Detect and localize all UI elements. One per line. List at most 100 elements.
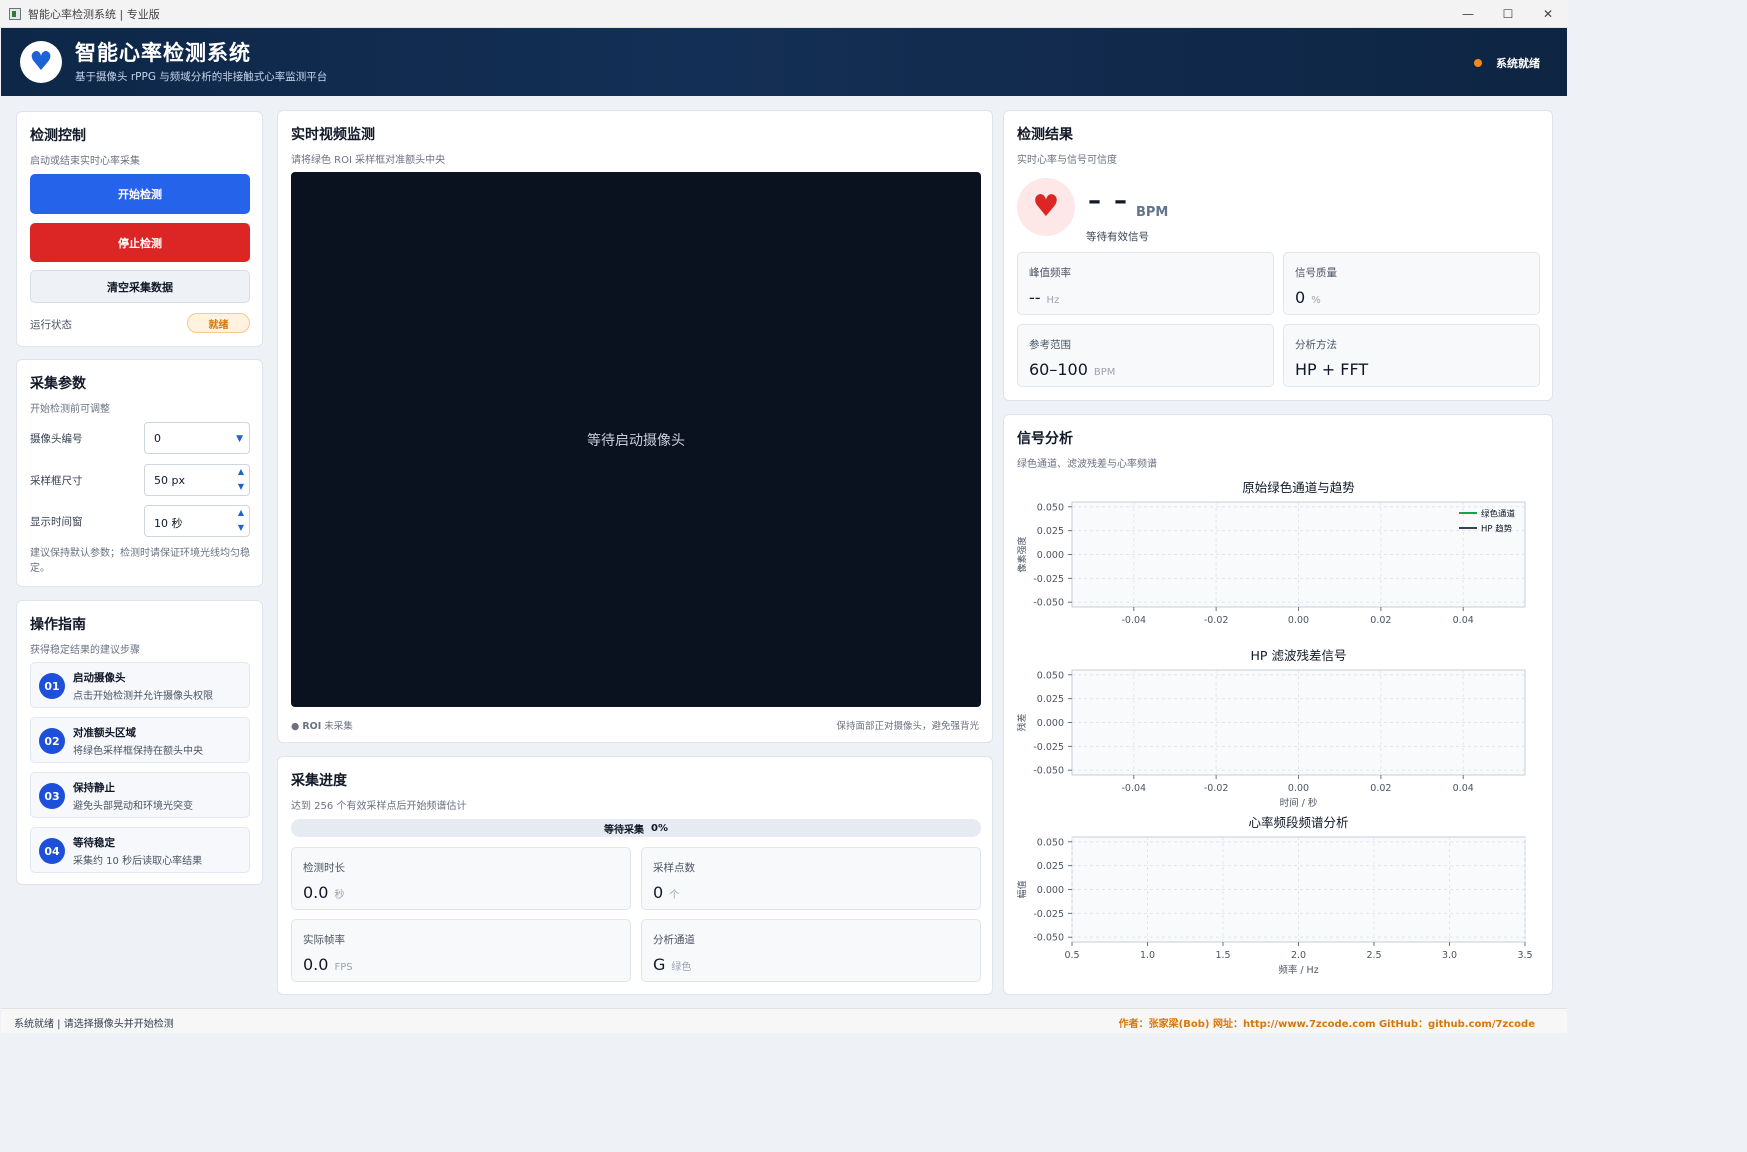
start-detection-button[interactable]: 开始检测 bbox=[30, 174, 250, 214]
bpm-note: 等待有效信号 bbox=[1086, 231, 1149, 243]
x-tick-label: 1.5 bbox=[1215, 950, 1230, 961]
status-dot-icon bbox=[1474, 59, 1482, 67]
run-state-label: 运行状态 bbox=[30, 319, 72, 331]
spin-down-icon[interactable]: ▼ bbox=[238, 482, 244, 491]
window-controls: — ☐ ✕ bbox=[1448, 0, 1568, 28]
system-status-text: 系统就绪 bbox=[1496, 57, 1540, 70]
params-subtitle: 开始检测前可调整 bbox=[30, 404, 110, 415]
metric-label: 分析通道 bbox=[653, 934, 695, 946]
y-tick-label: -0.025 bbox=[1033, 574, 1064, 585]
guide-step: 01 启动摄像头 点击开始检测并允许摄像头权限 bbox=[30, 662, 250, 708]
app-icon bbox=[9, 7, 21, 20]
metric-sample-count: 采样点数 0个 bbox=[641, 847, 981, 910]
step-title: 对准额头区域 bbox=[73, 727, 136, 739]
metric-unit: 绿色 bbox=[671, 962, 692, 973]
y-axis-label: 残差 bbox=[1016, 713, 1028, 731]
video-tip: 保持面部正对摄像头，避免强背光 bbox=[836, 721, 979, 732]
metric-unit: 个 bbox=[669, 890, 680, 901]
bpm-value: – – bbox=[1088, 186, 1130, 216]
x-tick-label: -0.04 bbox=[1121, 615, 1146, 626]
close-button[interactable]: ✕ bbox=[1528, 0, 1568, 28]
maximize-button[interactable]: ☐ bbox=[1488, 0, 1528, 28]
params-card: 采集参数 开始检测前可调整 摄像头编号 0 ▼ 采样框尺寸 50 px ▲ ▼ … bbox=[16, 359, 263, 587]
metric-value: G bbox=[653, 955, 666, 974]
metric-value: HP + FFT bbox=[1295, 360, 1369, 379]
video-subtitle: 请将绿色 ROI 采样框对准额头中央 bbox=[291, 155, 446, 166]
x-tick-label: 3.0 bbox=[1442, 950, 1457, 961]
progress-percent: 0% bbox=[650, 822, 668, 834]
chevron-down-icon[interactable]: ▼ bbox=[236, 434, 243, 444]
y-tick-label: -0.050 bbox=[1033, 598, 1064, 609]
chart-title: HP 滤波残差信号 bbox=[1251, 648, 1347, 663]
x-tick-label: 2.0 bbox=[1291, 950, 1306, 961]
camera-value: 0 bbox=[154, 432, 161, 445]
progress-label: 等待采集 bbox=[604, 824, 645, 836]
step-desc: 将绿色采样框保持在额头中央 bbox=[73, 746, 203, 757]
guide-step: 02 对准额头区域 将绿色采样框保持在额头中央 bbox=[30, 717, 250, 763]
roi-size-label: 采样框尺寸 bbox=[30, 475, 83, 487]
metric-value-wrap: 0.0 秒 bbox=[303, 883, 344, 902]
guide-title: 操作指南 bbox=[30, 617, 86, 633]
metric-reference-range: 参考范围 60–100 BPM bbox=[1017, 324, 1274, 387]
roi-status-text: 未采集 bbox=[324, 721, 353, 732]
clear-data-button[interactable]: 清空采集数据 bbox=[30, 270, 250, 303]
y-tick-label: 0.000 bbox=[1037, 885, 1064, 896]
minimize-button[interactable]: — bbox=[1448, 0, 1488, 28]
analysis-title: 信号分析 bbox=[1017, 431, 1073, 447]
x-tick-label: 0.04 bbox=[1453, 615, 1474, 626]
analysis-subtitle: 绿色通道、滤波残差与心率频谱 bbox=[1017, 459, 1157, 470]
roi-size-spinbox[interactable]: 50 px ▲ ▼ bbox=[144, 464, 250, 496]
metric-value: 0.0 bbox=[303, 883, 329, 902]
analysis-card: 信号分析 绿色通道、滤波残差与心率频谱 原始绿色通道与趋势 0.050 0.025 0… bbox=[1003, 414, 1553, 995]
control-title: 检测控制 bbox=[30, 128, 86, 144]
video-placeholder: 等待启动摄像头 bbox=[587, 432, 685, 449]
metric-signal-quality: 信号质量 0% bbox=[1283, 252, 1540, 315]
guide-step: 04 等待稳定 采集约 10 秒后读取心率结果 bbox=[30, 827, 250, 873]
spin-up-icon[interactable]: ▲ bbox=[238, 508, 244, 517]
x-tick-label: 1.0 bbox=[1140, 950, 1155, 961]
heart-icon: ♥ bbox=[1017, 178, 1075, 236]
x-tick-label: 0.00 bbox=[1288, 615, 1309, 626]
metric-channel: 分析通道 G 绿色 bbox=[641, 919, 981, 982]
video-view[interactable]: 等待启动摄像头 bbox=[291, 172, 981, 707]
metric-method: 分析方法 HP + FFT bbox=[1283, 324, 1540, 387]
time-window-spinbox[interactable]: 10 秒 ▲ ▼ bbox=[144, 505, 250, 537]
x-tick-label: 0.5 bbox=[1064, 950, 1079, 961]
guide-subtitle: 获得稳定结果的建议步骤 bbox=[30, 645, 140, 656]
metric-label: 峰值频率 bbox=[1029, 267, 1071, 279]
result-title: 检测结果 bbox=[1017, 127, 1073, 143]
metric-unit: BPM bbox=[1093, 367, 1116, 378]
metric-peak-frequency: 峰值频率 -- Hz bbox=[1017, 252, 1274, 315]
roi-status-dot-icon: ● bbox=[291, 721, 300, 732]
params-tip: 建议保持默认参数；检测时请保证环境光线均匀稳定。 bbox=[30, 548, 250, 574]
video-title: 实时视频监测 bbox=[291, 127, 375, 143]
metric-unit: % bbox=[1311, 295, 1321, 306]
params-title: 采集参数 bbox=[30, 376, 86, 392]
x-tick-label: 0.02 bbox=[1370, 615, 1391, 626]
step-title: 保持静止 bbox=[73, 782, 115, 794]
app-title: 智能心率检测系统 bbox=[75, 41, 251, 65]
control-subtitle: 启动或结束实时心率采集 bbox=[30, 156, 140, 167]
y-tick-label: -0.050 bbox=[1033, 766, 1064, 777]
camera-select[interactable]: 0 ▼ bbox=[144, 422, 250, 454]
spin-up-icon[interactable]: ▲ bbox=[238, 467, 244, 476]
legend-label: HP 趋势 bbox=[1481, 524, 1513, 535]
x-axis-label: 时间 / 秒 bbox=[1280, 797, 1318, 809]
app-header: ♥ 智能心率检测系统 基于摄像头 rPPG 与频域分析的非接触式心率监测平台 系… bbox=[1, 28, 1567, 96]
status-bar: 系统就绪 | 请选择摄像头并开始检测 作者：张家梁(Bob) 网址：http:/… bbox=[1, 1008, 1567, 1033]
roi-status: ● ROI 未采集 bbox=[291, 718, 353, 732]
x-tick-label: -0.02 bbox=[1204, 783, 1229, 794]
x-tick-label: 2.5 bbox=[1366, 950, 1381, 961]
metric-unit: Hz bbox=[1046, 295, 1060, 306]
y-axis-label: 像素强度 bbox=[1016, 536, 1028, 572]
signal-charts: 原始绿色通道与趋势 0.050 0.025 0.000 -0.025 -0.050 -0.0… bbox=[1016, 480, 1533, 976]
metric-value: -- bbox=[1029, 288, 1041, 307]
metric-label: 检测时长 bbox=[303, 862, 345, 874]
app-subtitle: 基于摄像头 rPPG 与频域分析的非接触式心率监测平台 bbox=[75, 71, 328, 83]
spin-down-icon[interactable]: ▼ bbox=[238, 523, 244, 532]
chart-title: 原始绿色通道与趋势 bbox=[1242, 480, 1355, 495]
stop-detection-button[interactable]: 停止检测 bbox=[30, 223, 250, 262]
step-number: 02 bbox=[39, 728, 65, 754]
chart-title: 心率频段频谱分析 bbox=[1248, 815, 1348, 830]
metric-value: 0.0 bbox=[303, 955, 329, 974]
